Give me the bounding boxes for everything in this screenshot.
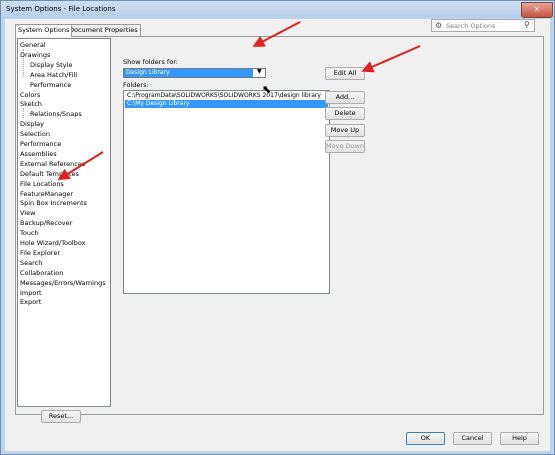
annotation-arrow-file-locations [57,151,104,181]
tab-system-options[interactable]: System Options [15,24,73,37]
annotation-arrow-show-folders [252,21,301,47]
annotation-arrow-add-button [361,45,421,73]
annotation-overlay [57,21,421,181]
